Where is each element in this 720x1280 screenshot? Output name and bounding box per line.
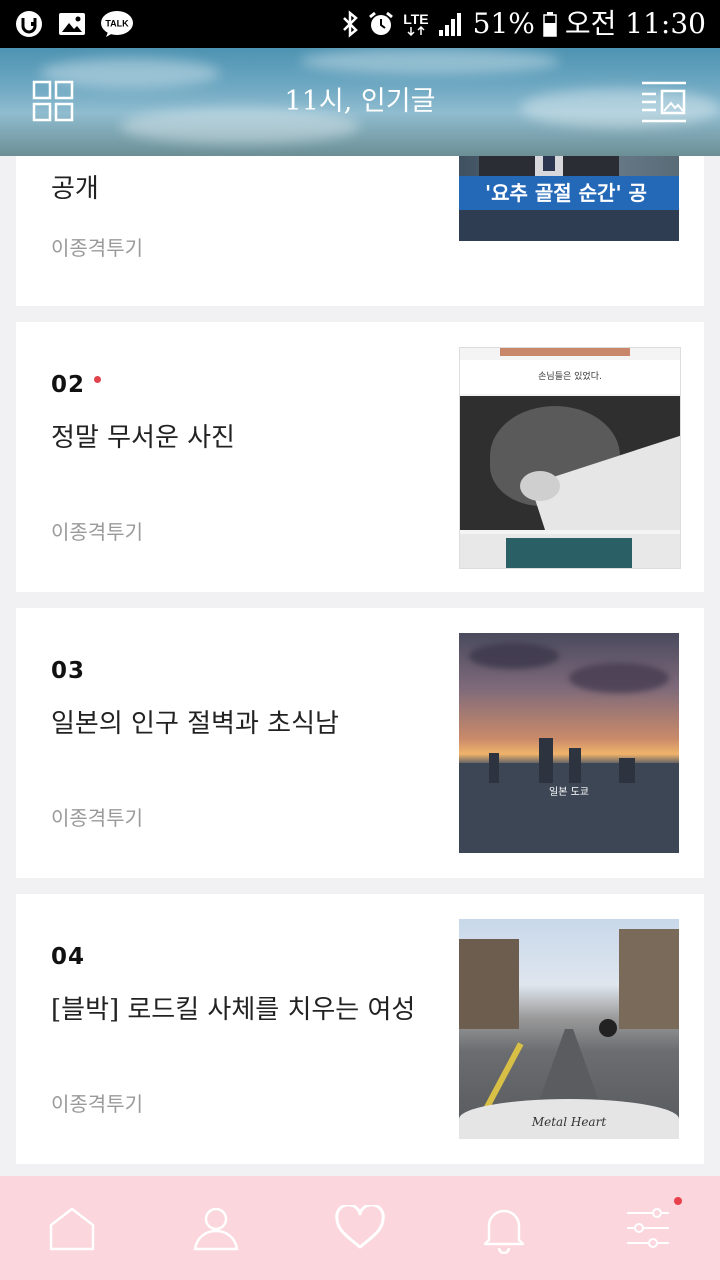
post-title[interactable]: 정말 무서운 사진 xyxy=(51,417,431,454)
profile-icon xyxy=(193,1207,239,1251)
signal-icon xyxy=(437,10,465,38)
post-author: 이종격투기 xyxy=(51,236,143,260)
settings-sliders-icon xyxy=(627,1208,669,1248)
thumbnail-caption: Metal Heart xyxy=(531,1115,607,1129)
nav-favorite-button[interactable] xyxy=(288,1176,432,1280)
post-thumbnail[interactable]: 일본 도쿄 xyxy=(459,633,679,853)
heart-icon xyxy=(335,1205,385,1249)
thumbnail-caption: 손님들은 있었다. xyxy=(460,360,680,394)
nav-notification-button[interactable] xyxy=(432,1176,576,1280)
battery-percent: 51% xyxy=(472,7,535,40)
kakaotalk-icon: TALK xyxy=(100,10,134,38)
post-card[interactable]: 03 일본의 인구 절벽과 초식남 이종격투기 일본 도쿄 xyxy=(16,608,704,878)
post-card[interactable]: 02 정말 무서운 사진 이종격투기 손님들은 있었다. xyxy=(16,322,704,592)
notification-dot xyxy=(674,1197,682,1205)
post-rank: 02 xyxy=(51,372,86,398)
post-author: 이종격투기 xyxy=(51,806,143,830)
post-thumbnail[interactable]: Metal Heart xyxy=(459,919,679,1139)
u-plus-icon xyxy=(14,9,44,39)
bell-icon xyxy=(483,1209,525,1254)
post-rank: 04 xyxy=(51,944,86,970)
post-card[interactable]: 04 [블박] 로드킬 사체를 치우는 여성 이종격투기 Metal Heart xyxy=(16,894,704,1164)
alarm-icon xyxy=(367,10,395,38)
kakaotalk-label: TALK xyxy=(105,19,129,29)
home-icon xyxy=(49,1207,95,1251)
post-title[interactable]: 공개 xyxy=(51,168,431,205)
new-indicator-dot xyxy=(94,376,101,383)
status-bar: TALK LTE 51% 오전 11:30 xyxy=(0,0,720,48)
post-title[interactable]: 일본의 인구 절벽과 초식남 xyxy=(51,703,431,740)
top-header: 11시, 인기글 xyxy=(0,48,720,156)
post-rank: 03 xyxy=(51,658,86,684)
post-author: 이종격투기 xyxy=(51,520,143,544)
list-view-button[interactable] xyxy=(640,78,688,126)
thumbnail-caption: 일본 도쿄 xyxy=(549,787,589,798)
post-title[interactable]: [블박] 로드킬 사체를 치우는 여성 xyxy=(51,989,431,1026)
battery-icon xyxy=(543,10,557,38)
lte-icon: LTE xyxy=(403,11,429,36)
clock: 오전 11:30 xyxy=(564,7,706,40)
thumbnail-caption: '요추 골절 순간' 공 xyxy=(459,176,679,210)
nav-profile-button[interactable] xyxy=(144,1176,288,1280)
nav-settings-button[interactable] xyxy=(576,1176,720,1280)
post-author: 이종격투기 xyxy=(51,1092,143,1116)
bottom-navigation xyxy=(0,1176,720,1280)
post-thumbnail[interactable]: 손님들은 있었다. xyxy=(459,347,681,569)
gallery-icon xyxy=(58,11,86,37)
list-view-icon xyxy=(642,81,686,123)
page-title: 11시, 인기글 xyxy=(284,86,436,117)
nav-home-button[interactable] xyxy=(0,1176,144,1280)
bluetooth-icon xyxy=(341,10,359,38)
lte-label: LTE xyxy=(403,11,429,27)
